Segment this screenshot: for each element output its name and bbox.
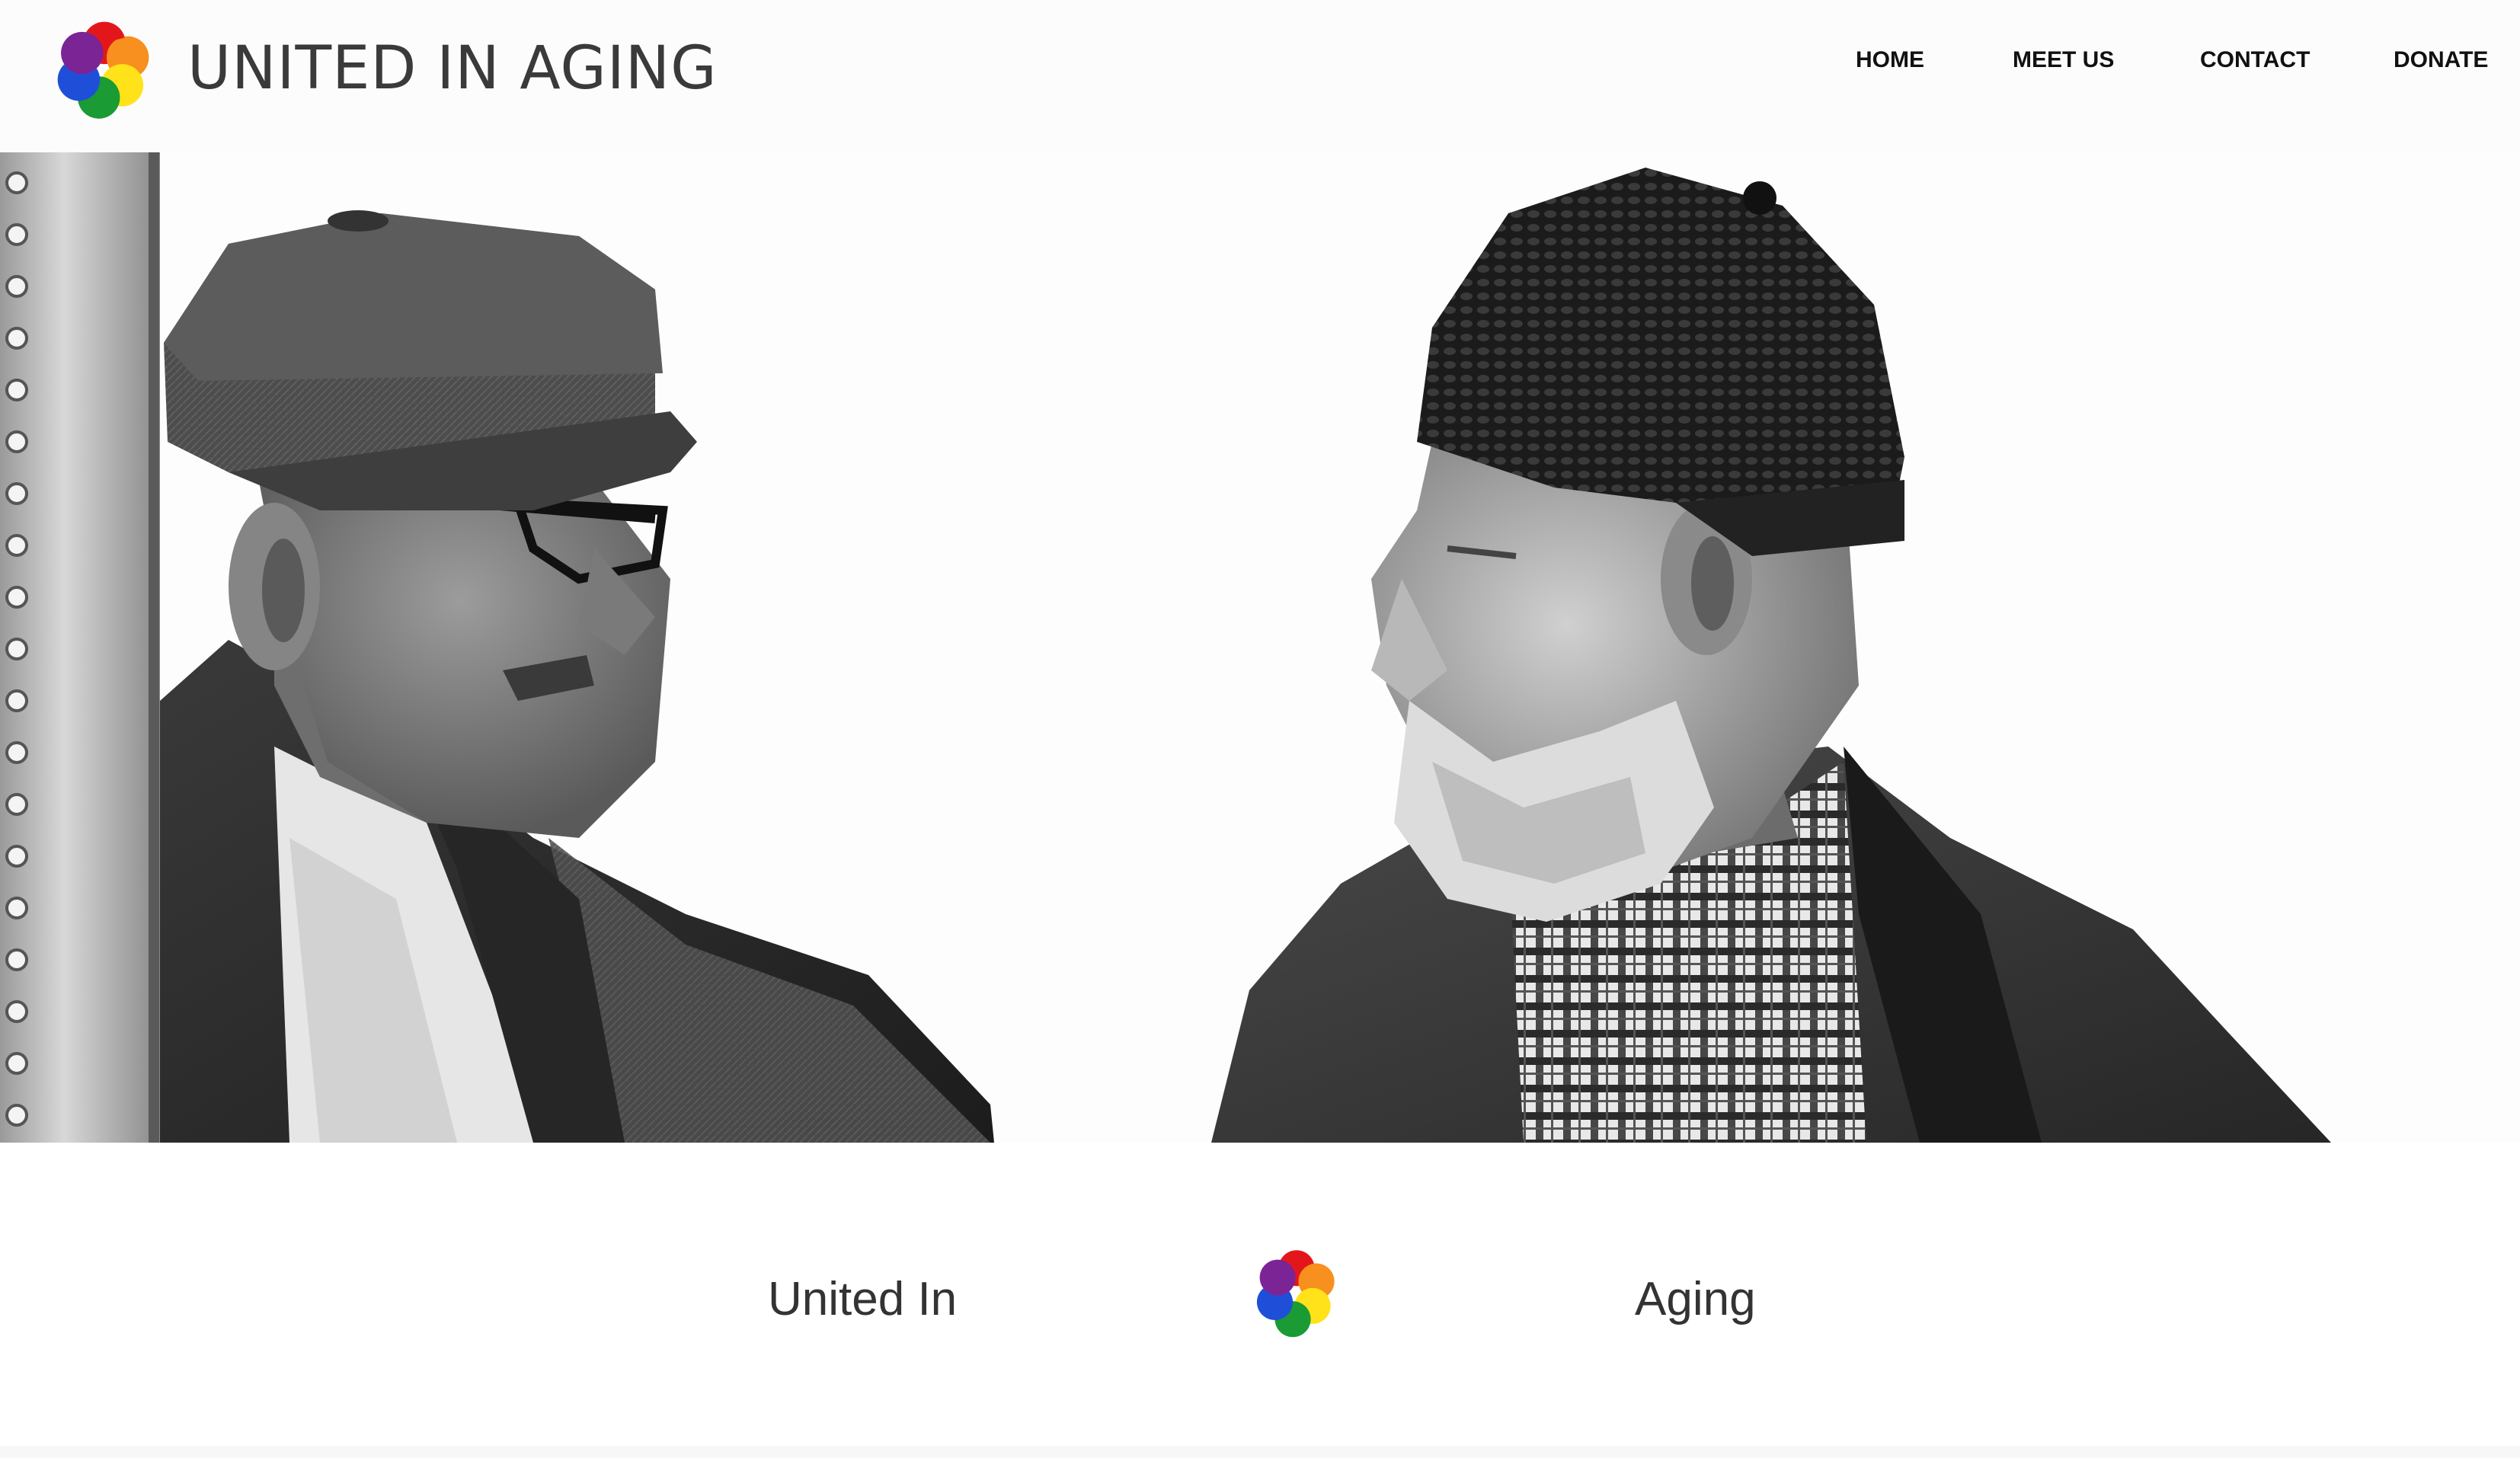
site-header: UNITED IN AGING HOME MEET US CONTACT DON…: [0, 0, 2520, 152]
hero-banner: [0, 152, 2520, 1143]
nav-donate-link[interactable]: DONATE: [2394, 47, 2488, 73]
two-elderly-men-photo: [0, 152, 2331, 1143]
nav-contact-link[interactable]: CONTACT: [2200, 47, 2310, 73]
rainbow-flower-logo-icon: [1256, 1250, 1335, 1338]
tagline-left-text: United In: [768, 1273, 958, 1325]
tagline-right-text: Aging: [1635, 1273, 1756, 1325]
nav-meet-us-link[interactable]: MEET US: [2013, 47, 2114, 73]
footer-divider: [0, 1446, 2520, 1458]
nav-home-link[interactable]: HOME: [1856, 47, 1924, 73]
tagline-section: United In Aging: [0, 1143, 2520, 1447]
main-nav: HOME MEET US CONTACT DONATE: [0, 47, 2520, 85]
